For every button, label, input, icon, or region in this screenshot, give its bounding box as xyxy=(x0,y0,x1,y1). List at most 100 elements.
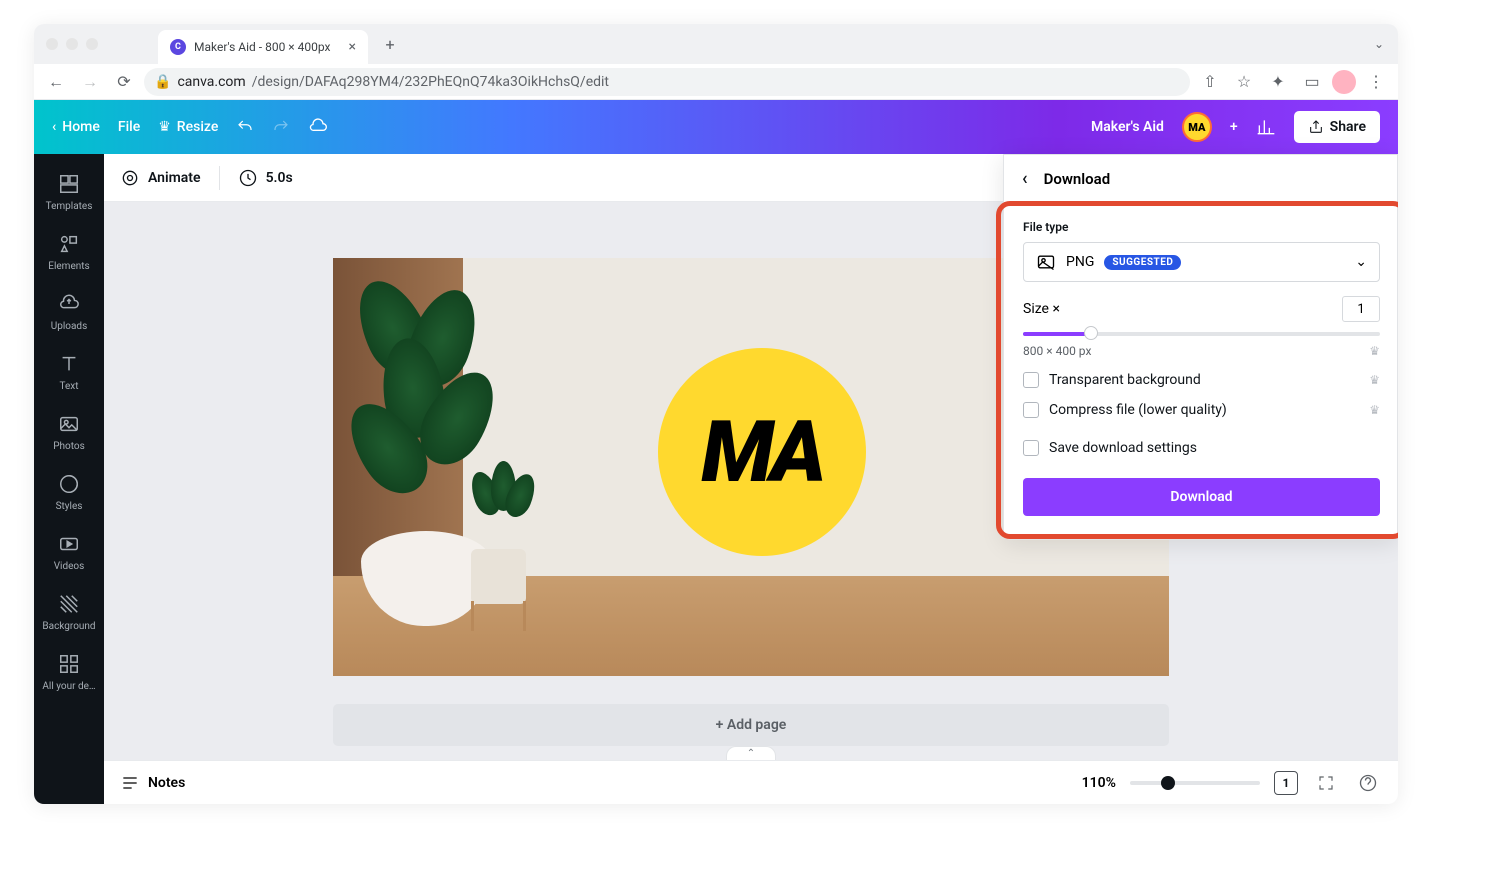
small-plant xyxy=(473,461,533,541)
tab-title: Maker's Aid - 800 × 400px xyxy=(194,40,331,54)
bookmark-icon[interactable]: ☆ xyxy=(1230,68,1258,96)
sidebar-label: Elements xyxy=(48,261,89,272)
side-panel: Templates Elements Uploads Text Photos S… xyxy=(34,154,104,804)
dimensions-label: 800 × 400 px xyxy=(1023,344,1091,358)
url-domain: canva.com xyxy=(177,74,245,90)
resize-label: Resize xyxy=(177,119,219,135)
transparent-bg-option[interactable]: Transparent background ♛ xyxy=(1023,372,1380,388)
download-button[interactable]: Download xyxy=(1023,478,1380,516)
sidebar-item-photos[interactable]: Photos xyxy=(34,402,104,462)
redo-button[interactable] xyxy=(272,118,290,136)
zoom-thumb[interactable] xyxy=(1161,776,1175,790)
back-icon[interactable]: ‹ xyxy=(1022,168,1028,189)
filetype-select[interactable]: PNG SUGGESTED ⌄ xyxy=(1023,242,1380,282)
add-member-button[interactable]: + xyxy=(1230,119,1238,135)
window-controls xyxy=(46,38,98,50)
checkbox[interactable] xyxy=(1023,402,1039,418)
crown-icon: ♛ xyxy=(1369,403,1380,417)
pot-stand xyxy=(471,601,526,631)
sidebar-label: Styles xyxy=(56,501,83,512)
option-label: Compress file (lower quality) xyxy=(1049,402,1227,418)
status-bar: Notes 110% 1 xyxy=(104,760,1398,804)
sidebar-item-styles[interactable]: Styles xyxy=(34,462,104,522)
home-button[interactable]: ‹ Home xyxy=(52,119,100,135)
option-label: Transparent background xyxy=(1049,372,1201,388)
cloud-sync-icon[interactable] xyxy=(308,117,328,137)
size-input[interactable] xyxy=(1342,296,1380,322)
browser-menu-icon[interactable]: ⋮ xyxy=(1362,68,1390,96)
fullscreen-button[interactable] xyxy=(1312,769,1340,797)
resize-button[interactable]: ♛ Resize xyxy=(158,119,218,135)
maximize-dot[interactable] xyxy=(86,38,98,50)
image-icon xyxy=(1036,252,1056,272)
minimize-dot[interactable] xyxy=(66,38,78,50)
lock-icon: 🔒 xyxy=(154,74,171,90)
sidebar-item-text[interactable]: Text xyxy=(34,342,104,402)
download-button-label: Download xyxy=(1170,489,1232,505)
filetype-value: PNG xyxy=(1066,254,1094,270)
canva-favicon: C xyxy=(170,39,186,55)
back-button[interactable]: ← xyxy=(42,68,70,96)
user-avatar[interactable]: MA xyxy=(1182,112,1212,142)
slider-thumb[interactable] xyxy=(1084,326,1098,340)
page-tray-handle[interactable]: ⌃ xyxy=(726,746,776,760)
logo-circle[interactable]: MA xyxy=(658,348,866,556)
document-title[interactable]: Maker's Aid xyxy=(1091,119,1164,135)
extensions-icon[interactable]: ✦ xyxy=(1264,68,1292,96)
sidebar-label: Uploads xyxy=(51,321,87,332)
zoom-value[interactable]: 110% xyxy=(1082,775,1116,791)
sidebar-label: Background xyxy=(42,621,95,632)
new-tab-button[interactable]: + xyxy=(376,30,404,58)
file-menu[interactable]: File xyxy=(118,119,140,135)
undo-button[interactable] xyxy=(236,118,254,136)
share-button[interactable]: Share xyxy=(1294,111,1380,143)
sidebar-item-background[interactable]: Background xyxy=(34,582,104,642)
save-settings-option[interactable]: Save download settings xyxy=(1023,440,1380,456)
browser-profile-avatar[interactable] xyxy=(1332,70,1356,94)
size-slider[interactable] xyxy=(1023,332,1380,336)
checkbox[interactable] xyxy=(1023,372,1039,388)
small-pot xyxy=(471,549,526,604)
sidebar-item-uploads[interactable]: Uploads xyxy=(34,282,104,342)
notes-label: Notes xyxy=(148,775,185,791)
share-label: Share xyxy=(1330,119,1366,135)
sidebar-label: Photos xyxy=(53,441,85,452)
option-label: Save download settings xyxy=(1049,440,1197,456)
reload-button[interactable]: ⟳ xyxy=(110,68,138,96)
sidebar-item-templates[interactable]: Templates xyxy=(34,162,104,222)
crown-icon: ♛ xyxy=(1369,373,1380,387)
notes-button[interactable]: Notes xyxy=(120,773,185,793)
sidebar-item-videos[interactable]: Videos xyxy=(34,522,104,582)
crown-icon: ♛ xyxy=(1369,344,1380,358)
logo-text: MA xyxy=(701,402,822,502)
browser-tab-bar: C Maker's Aid - 800 × 400px × + ⌄ xyxy=(34,24,1398,64)
page-count-button[interactable]: 1 xyxy=(1274,771,1298,795)
add-page-button[interactable]: + Add page xyxy=(333,704,1169,746)
sidebar-label: Videos xyxy=(54,561,85,572)
browser-tab[interactable]: C Maker's Aid - 800 × 400px × xyxy=(158,30,368,64)
filetype-label: File type xyxy=(1023,220,1380,234)
close-tab-icon[interactable]: × xyxy=(349,39,356,55)
browser-address-bar: ← → ⟳ 🔒 canva.com/design/DAFAq298YM4/232… xyxy=(34,64,1398,100)
sidebar-item-all-designs[interactable]: All your de… xyxy=(34,642,104,702)
crown-icon: ♛ xyxy=(158,119,171,135)
close-dot[interactable] xyxy=(46,38,58,50)
highlighted-region: File type PNG SUGGESTED ⌄ Size × 800 × 4… xyxy=(996,201,1398,539)
checkbox[interactable] xyxy=(1023,440,1039,456)
forward-button[interactable]: → xyxy=(76,68,104,96)
url-field[interactable]: 🔒 canva.com/design/DAFAq298YM4/232PhEQnQ… xyxy=(144,68,1190,96)
animate-label: Animate xyxy=(148,170,201,186)
animate-button[interactable]: Animate xyxy=(120,168,201,188)
tabs-chevron-icon[interactable]: ⌄ xyxy=(1374,37,1384,51)
share-url-icon[interactable]: ⇧ xyxy=(1196,68,1224,96)
home-label: Home xyxy=(62,119,100,135)
file-label: File xyxy=(118,119,140,135)
compress-option[interactable]: Compress file (lower quality) ♛ xyxy=(1023,402,1380,418)
reader-icon[interactable]: ▭ xyxy=(1298,68,1326,96)
zoom-slider[interactable] xyxy=(1130,781,1260,785)
sidebar-item-elements[interactable]: Elements xyxy=(34,222,104,282)
insights-button[interactable] xyxy=(1256,117,1276,137)
duration-button[interactable]: 5.0s xyxy=(238,168,293,188)
help-button[interactable] xyxy=(1354,769,1382,797)
download-title: Download xyxy=(1044,170,1111,188)
